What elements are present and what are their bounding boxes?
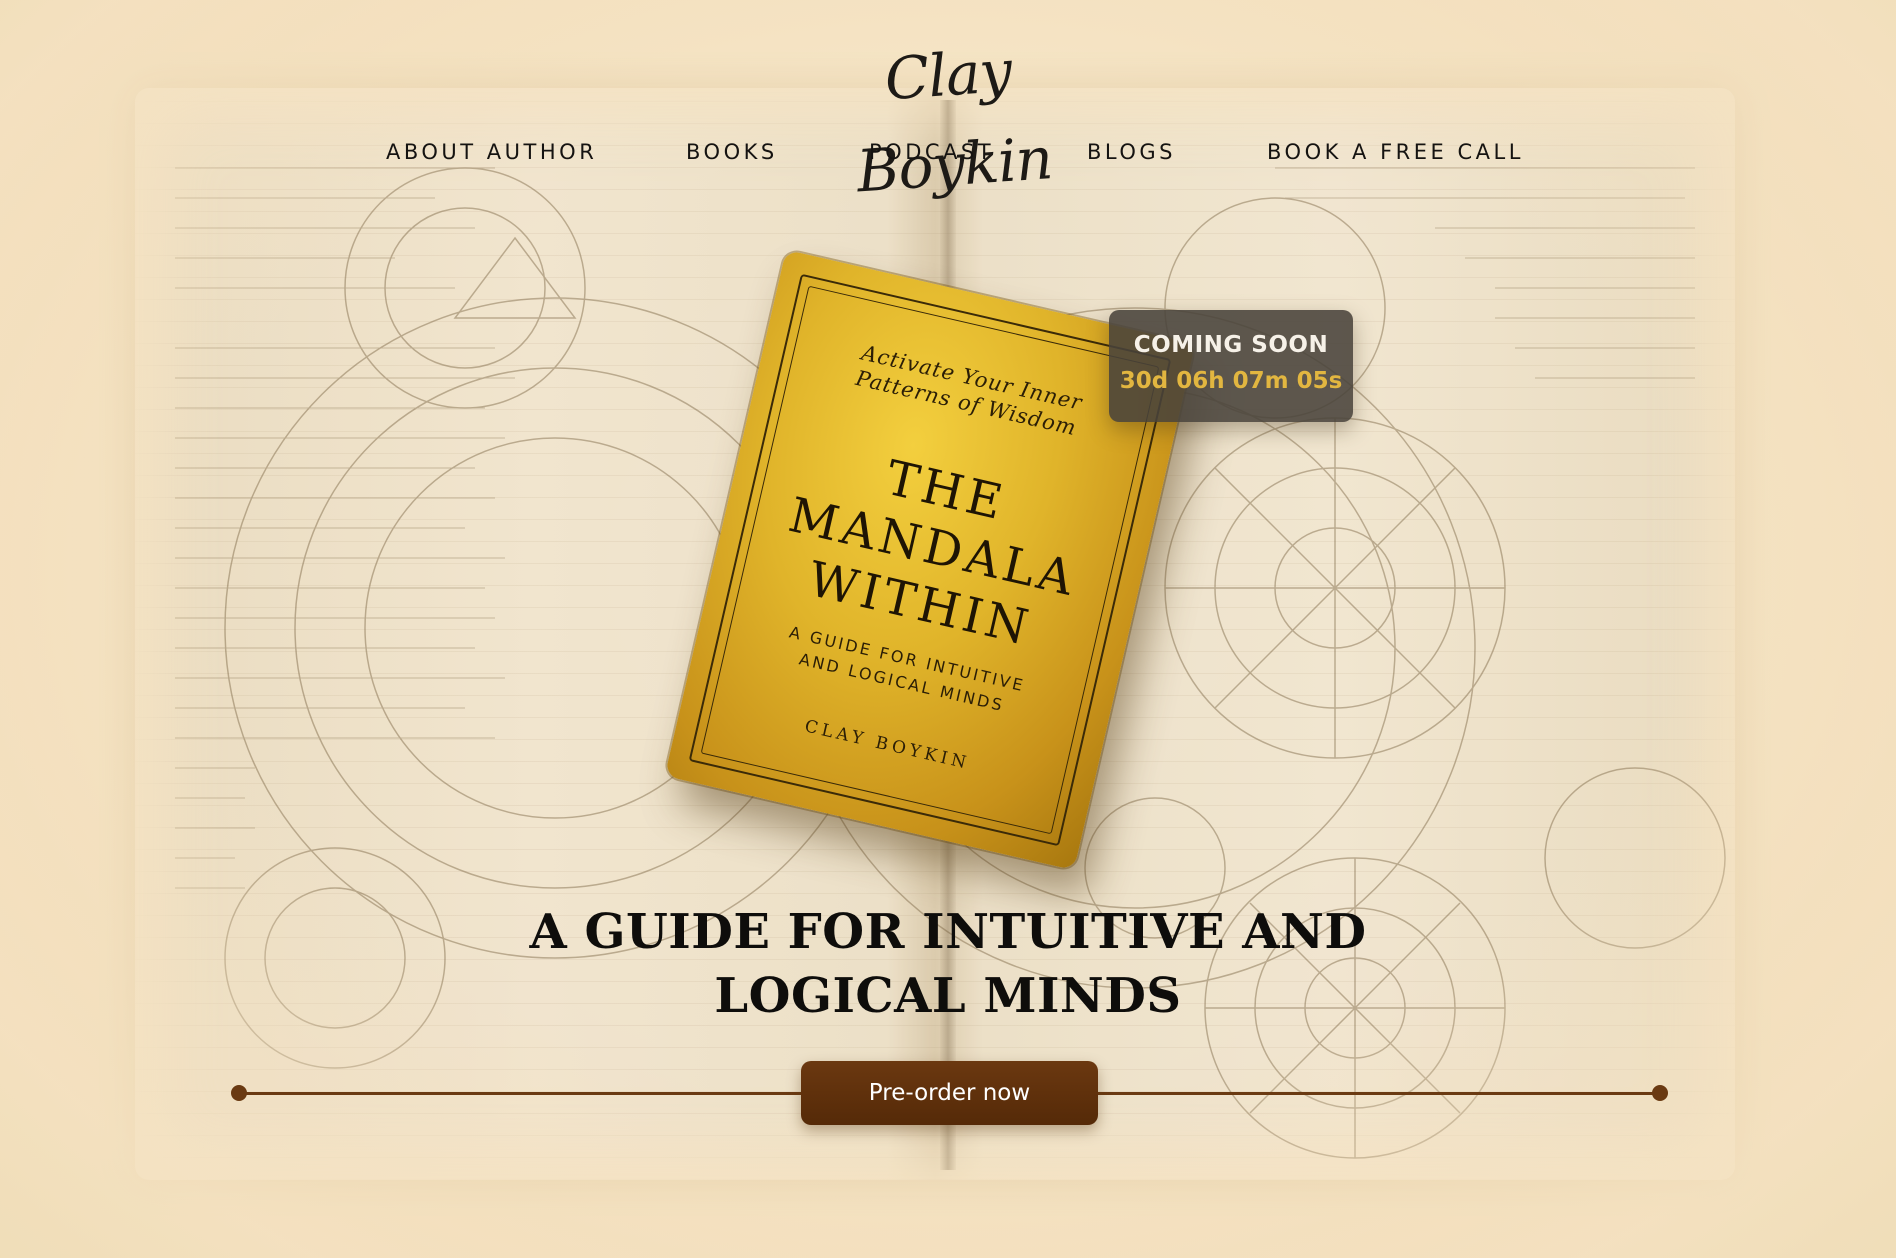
- nav-item-blogs[interactable]: BLOGS: [1087, 140, 1176, 164]
- hero-headline-line2: LOGICAL MINDS: [714, 968, 1182, 1024]
- preorder-button[interactable]: Pre-order now: [801, 1061, 1098, 1125]
- coming-soon-badge: COMING SOON 30d 06h 07m 05s: [1109, 310, 1353, 422]
- main-nav: ABOUT AUTHOR BOOKS PODCAST BLOGS BOOK A …: [0, 140, 1896, 176]
- site-logo[interactable]: Clay Boykin: [807, 20, 1089, 206]
- countdown-timer: 30d 06h 07m 05s: [1119, 368, 1343, 394]
- divider-dot-right: [1652, 1085, 1668, 1101]
- hero-headline: A GUIDE FOR INTUITIVE AND LOGICAL MINDS: [448, 900, 1448, 1028]
- nav-item-books[interactable]: BOOKS: [686, 140, 778, 164]
- nav-item-book-free-call[interactable]: BOOK A FREE CALL: [1267, 140, 1524, 164]
- divider-dot-left: [231, 1085, 247, 1101]
- nav-item-podcast[interactable]: PODCAST: [869, 140, 994, 164]
- hero-headline-line1: A GUIDE FOR INTUITIVE AND: [529, 904, 1367, 960]
- coming-soon-label: COMING SOON: [1133, 332, 1329, 358]
- nav-item-about-author[interactable]: ABOUT AUTHOR: [386, 140, 597, 164]
